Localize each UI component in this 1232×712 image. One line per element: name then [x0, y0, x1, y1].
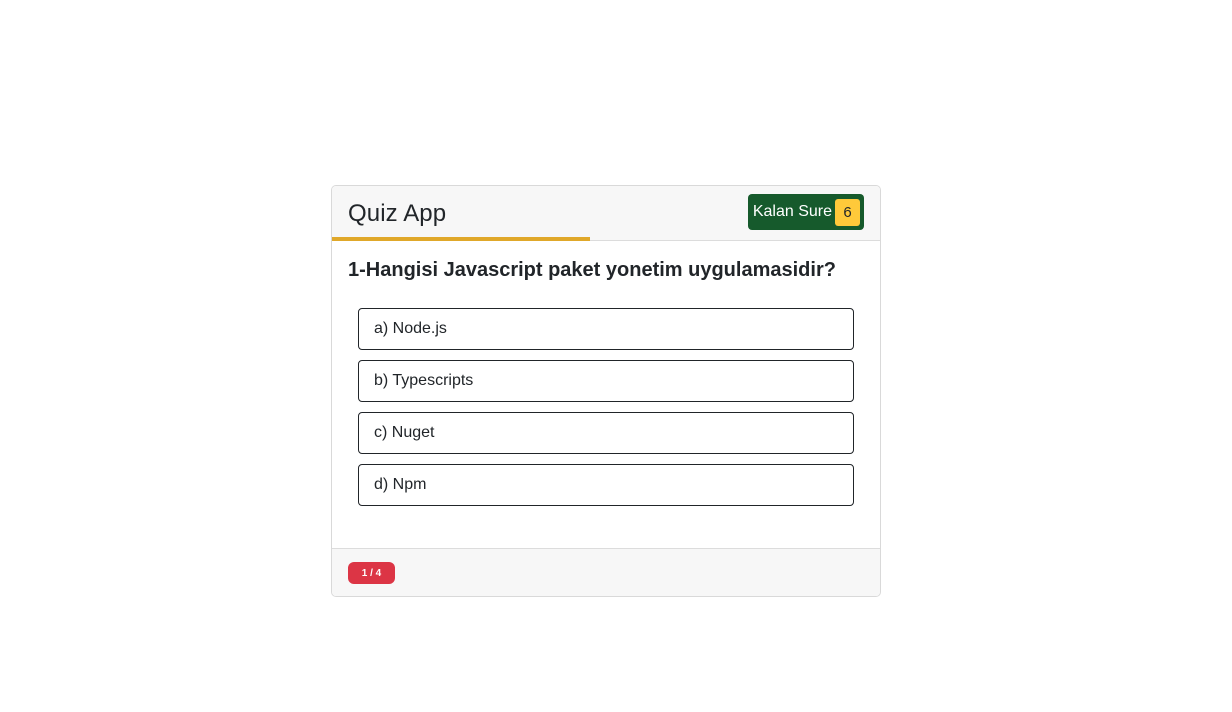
page-title: Quiz App: [348, 200, 447, 227]
option-c[interactable]: c) Nuget: [358, 412, 854, 454]
quiz-card: Quiz App Kalan Sure 6 1-Hangisi Javascri…: [331, 185, 881, 597]
card-header: Quiz App Kalan Sure 6: [332, 186, 880, 241]
question-text: 1-Hangisi Javascript paket yonetim uygul…: [348, 259, 836, 281]
option-list: a) Node.js b) Typescripts c) Nuget d) Np…: [358, 308, 854, 506]
option-b[interactable]: b) Typescripts: [358, 360, 854, 402]
option-a[interactable]: a) Node.js: [358, 308, 854, 350]
timer-progress-bar: [332, 237, 590, 241]
timer-badge: Kalan Sure 6: [747, 194, 864, 230]
timer-label: Kalan Sure: [752, 203, 832, 220]
timer-value: 6: [835, 198, 860, 226]
question-progress-badge: 1 / 4: [348, 562, 395, 584]
option-d[interactable]: d) Npm: [358, 464, 854, 506]
card-footer: 1 / 4: [332, 548, 880, 596]
card-body: 1-Hangisi Javascript paket yonetim uygul…: [332, 241, 880, 506]
